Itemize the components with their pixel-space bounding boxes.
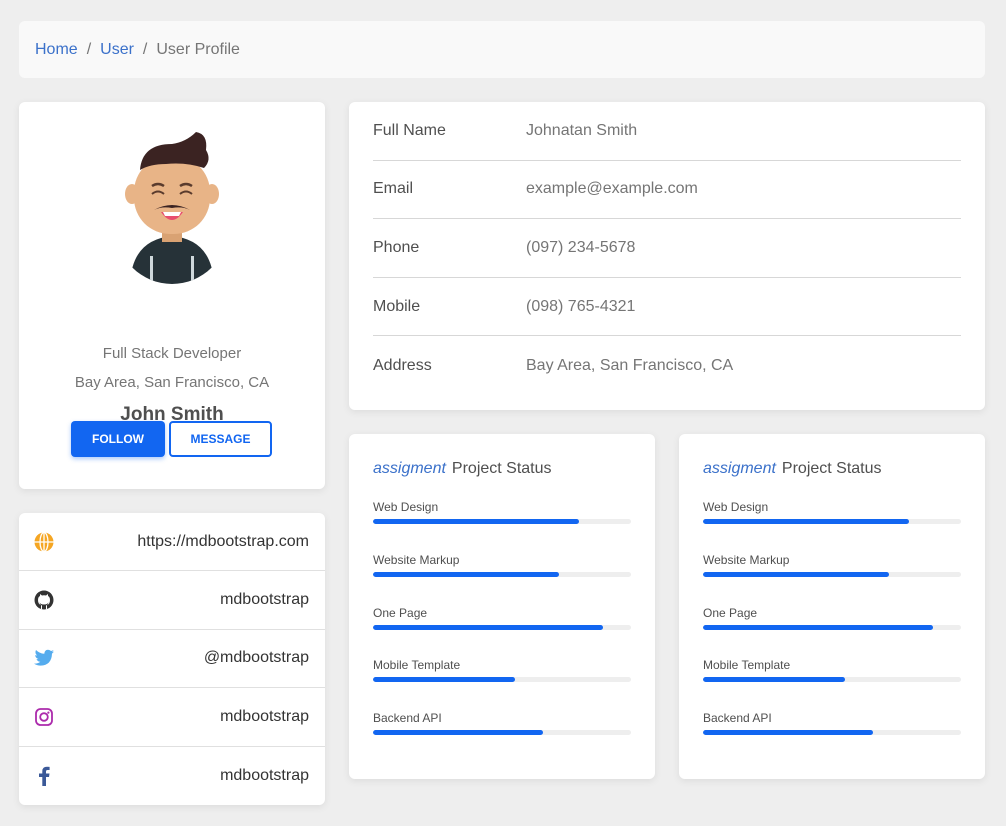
- info-row-full-name: Full Name Johnatan Smith: [373, 102, 961, 161]
- info-row-address: Address Bay Area, San Francisco, CA: [373, 336, 961, 395]
- follow-button[interactable]: FOLLOW: [71, 421, 165, 457]
- info-label: Mobile: [373, 297, 421, 315]
- progress-label: Mobile Template: [703, 658, 791, 673]
- progress-item: Mobile Template: [703, 656, 961, 709]
- info-value: (098) 765-4321: [526, 297, 636, 315]
- link-row-website[interactable]: https://mdbootstrap.com: [19, 513, 325, 572]
- project-status-title-text: Project Status: [451, 460, 552, 477]
- page: Home / User / User Profile John Smith Fu…: [0, 0, 1006, 826]
- link-row-instagram[interactable]: mdbootstrap: [19, 688, 325, 747]
- breadcrumb-current: User Profile: [156, 40, 240, 58]
- progress-bar: [703, 624, 961, 630]
- link-text: mdbootstrap: [220, 766, 309, 784]
- progress-label: Backend API: [703, 711, 772, 726]
- project-status-card: assigment Project Status Web Design Websit…: [349, 434, 655, 779]
- breadcrumb: Home / User / User Profile: [19, 21, 985, 78]
- progress-label: Web Design: [373, 500, 439, 514]
- github-icon: [33, 589, 55, 611]
- info-value: (097) 234-5678: [526, 238, 636, 256]
- project-status-title: assigment Project Status: [373, 460, 631, 478]
- progress-label: Website Markup: [703, 552, 790, 567]
- progress-label: Backend API: [373, 711, 442, 726]
- project-status-card: assigment Project Status Web Design Websit…: [679, 434, 985, 779]
- project-status-title-em: assigment: [373, 460, 446, 477]
- twitter-icon: [33, 647, 55, 669]
- info-label: Phone: [373, 238, 420, 256]
- info-value: example@example.com: [526, 180, 698, 198]
- breadcrumb-home-link[interactable]: Home: [35, 41, 78, 59]
- progress-item: Backend API: [703, 709, 961, 762]
- link-row-facebook[interactable]: mdbootstrap: [19, 747, 325, 805]
- info-row-email: Email example@example.com: [373, 161, 961, 220]
- progress-item: Web Design: [703, 498, 961, 551]
- progress-item: Backend API: [373, 709, 631, 762]
- progress-bar: [373, 677, 631, 683]
- link-text: mdbootstrap: [220, 591, 309, 609]
- avatar: [125, 132, 219, 284]
- progress-bar-fill: [373, 730, 544, 736]
- progress-item: Website Markup: [703, 551, 961, 604]
- progress-bar-fill: [373, 624, 603, 630]
- link-row-github[interactable]: mdbootstrap: [19, 571, 325, 630]
- info-value: Bay Area, San Francisco, CA: [526, 356, 734, 374]
- globe-icon: [33, 531, 55, 553]
- link-text: https://mdbootstrap.com: [137, 532, 309, 550]
- link-text: @mdbootstrap: [203, 649, 309, 667]
- progress-item: One Page: [373, 604, 631, 657]
- progress-bar-fill: [703, 571, 889, 577]
- progress-bar: [373, 730, 631, 736]
- progress-bar-fill: [703, 677, 845, 683]
- info-row-phone: Phone (097) 234-5678: [373, 219, 961, 278]
- progress-item: One Page: [703, 604, 961, 657]
- progress-item: Web Design: [373, 498, 631, 551]
- breadcrumb-separator: /: [142, 40, 148, 58]
- progress-bar-fill: [703, 519, 910, 524]
- progress-bar-fill: [703, 730, 874, 736]
- link-row-twitter[interactable]: @mdbootstrap: [19, 630, 325, 689]
- social-links-card: https://mdbootstrap.com mdbootstrap @mdb…: [19, 513, 325, 805]
- info-label: Full Name: [373, 121, 446, 139]
- project-status-title-em: assigment: [703, 460, 776, 477]
- progress-list: Web Design Website Markup One Page Mobile T…: [703, 498, 961, 762]
- progress-bar: [373, 624, 631, 630]
- progress-bar-fill: [373, 571, 559, 577]
- info-value: Johnatan Smith: [526, 121, 638, 139]
- breadcrumb-separator: /: [86, 40, 92, 58]
- project-status-title: assigment Project Status: [703, 460, 961, 478]
- progress-label: Mobile Template: [373, 658, 461, 673]
- progress-bar: [703, 571, 961, 577]
- progress-item: Mobile Template: [373, 656, 631, 709]
- instagram-icon: [33, 706, 55, 728]
- progress-bar: [703, 677, 961, 683]
- progress-bar: [373, 519, 631, 524]
- info-row-mobile: Mobile (098) 765-4321: [373, 278, 961, 337]
- facebook-icon: [33, 765, 55, 787]
- progress-label: Website Markup: [373, 552, 460, 567]
- info-label: Address: [373, 356, 432, 374]
- link-text: mdbootstrap: [220, 707, 309, 725]
- progress-bar: [703, 730, 961, 736]
- project-status-title-text: Project Status: [781, 460, 882, 477]
- progress-label: One Page: [373, 605, 428, 620]
- progress-item: Website Markup: [373, 551, 631, 604]
- profile-role: Full Stack Developer: [102, 345, 242, 362]
- profile-location: Bay Area, San Francisco, CA: [74, 374, 270, 391]
- progress-bar: [373, 571, 631, 577]
- progress-bar: [703, 519, 961, 524]
- user-info-card: Full Name Johnatan Smith Email example@e…: [349, 102, 985, 410]
- progress-label: One Page: [703, 605, 758, 620]
- progress-bar-fill: [373, 677, 515, 683]
- info-label: Email: [373, 180, 414, 198]
- progress-list: Web Design Website Markup One Page Mobile T…: [373, 498, 631, 762]
- progress-bar-fill: [703, 624, 933, 630]
- breadcrumb-user-link[interactable]: User: [100, 41, 134, 59]
- message-button[interactable]: MESSAGE: [169, 421, 272, 457]
- progress-label: Web Design: [703, 500, 769, 514]
- progress-bar-fill: [373, 519, 580, 524]
